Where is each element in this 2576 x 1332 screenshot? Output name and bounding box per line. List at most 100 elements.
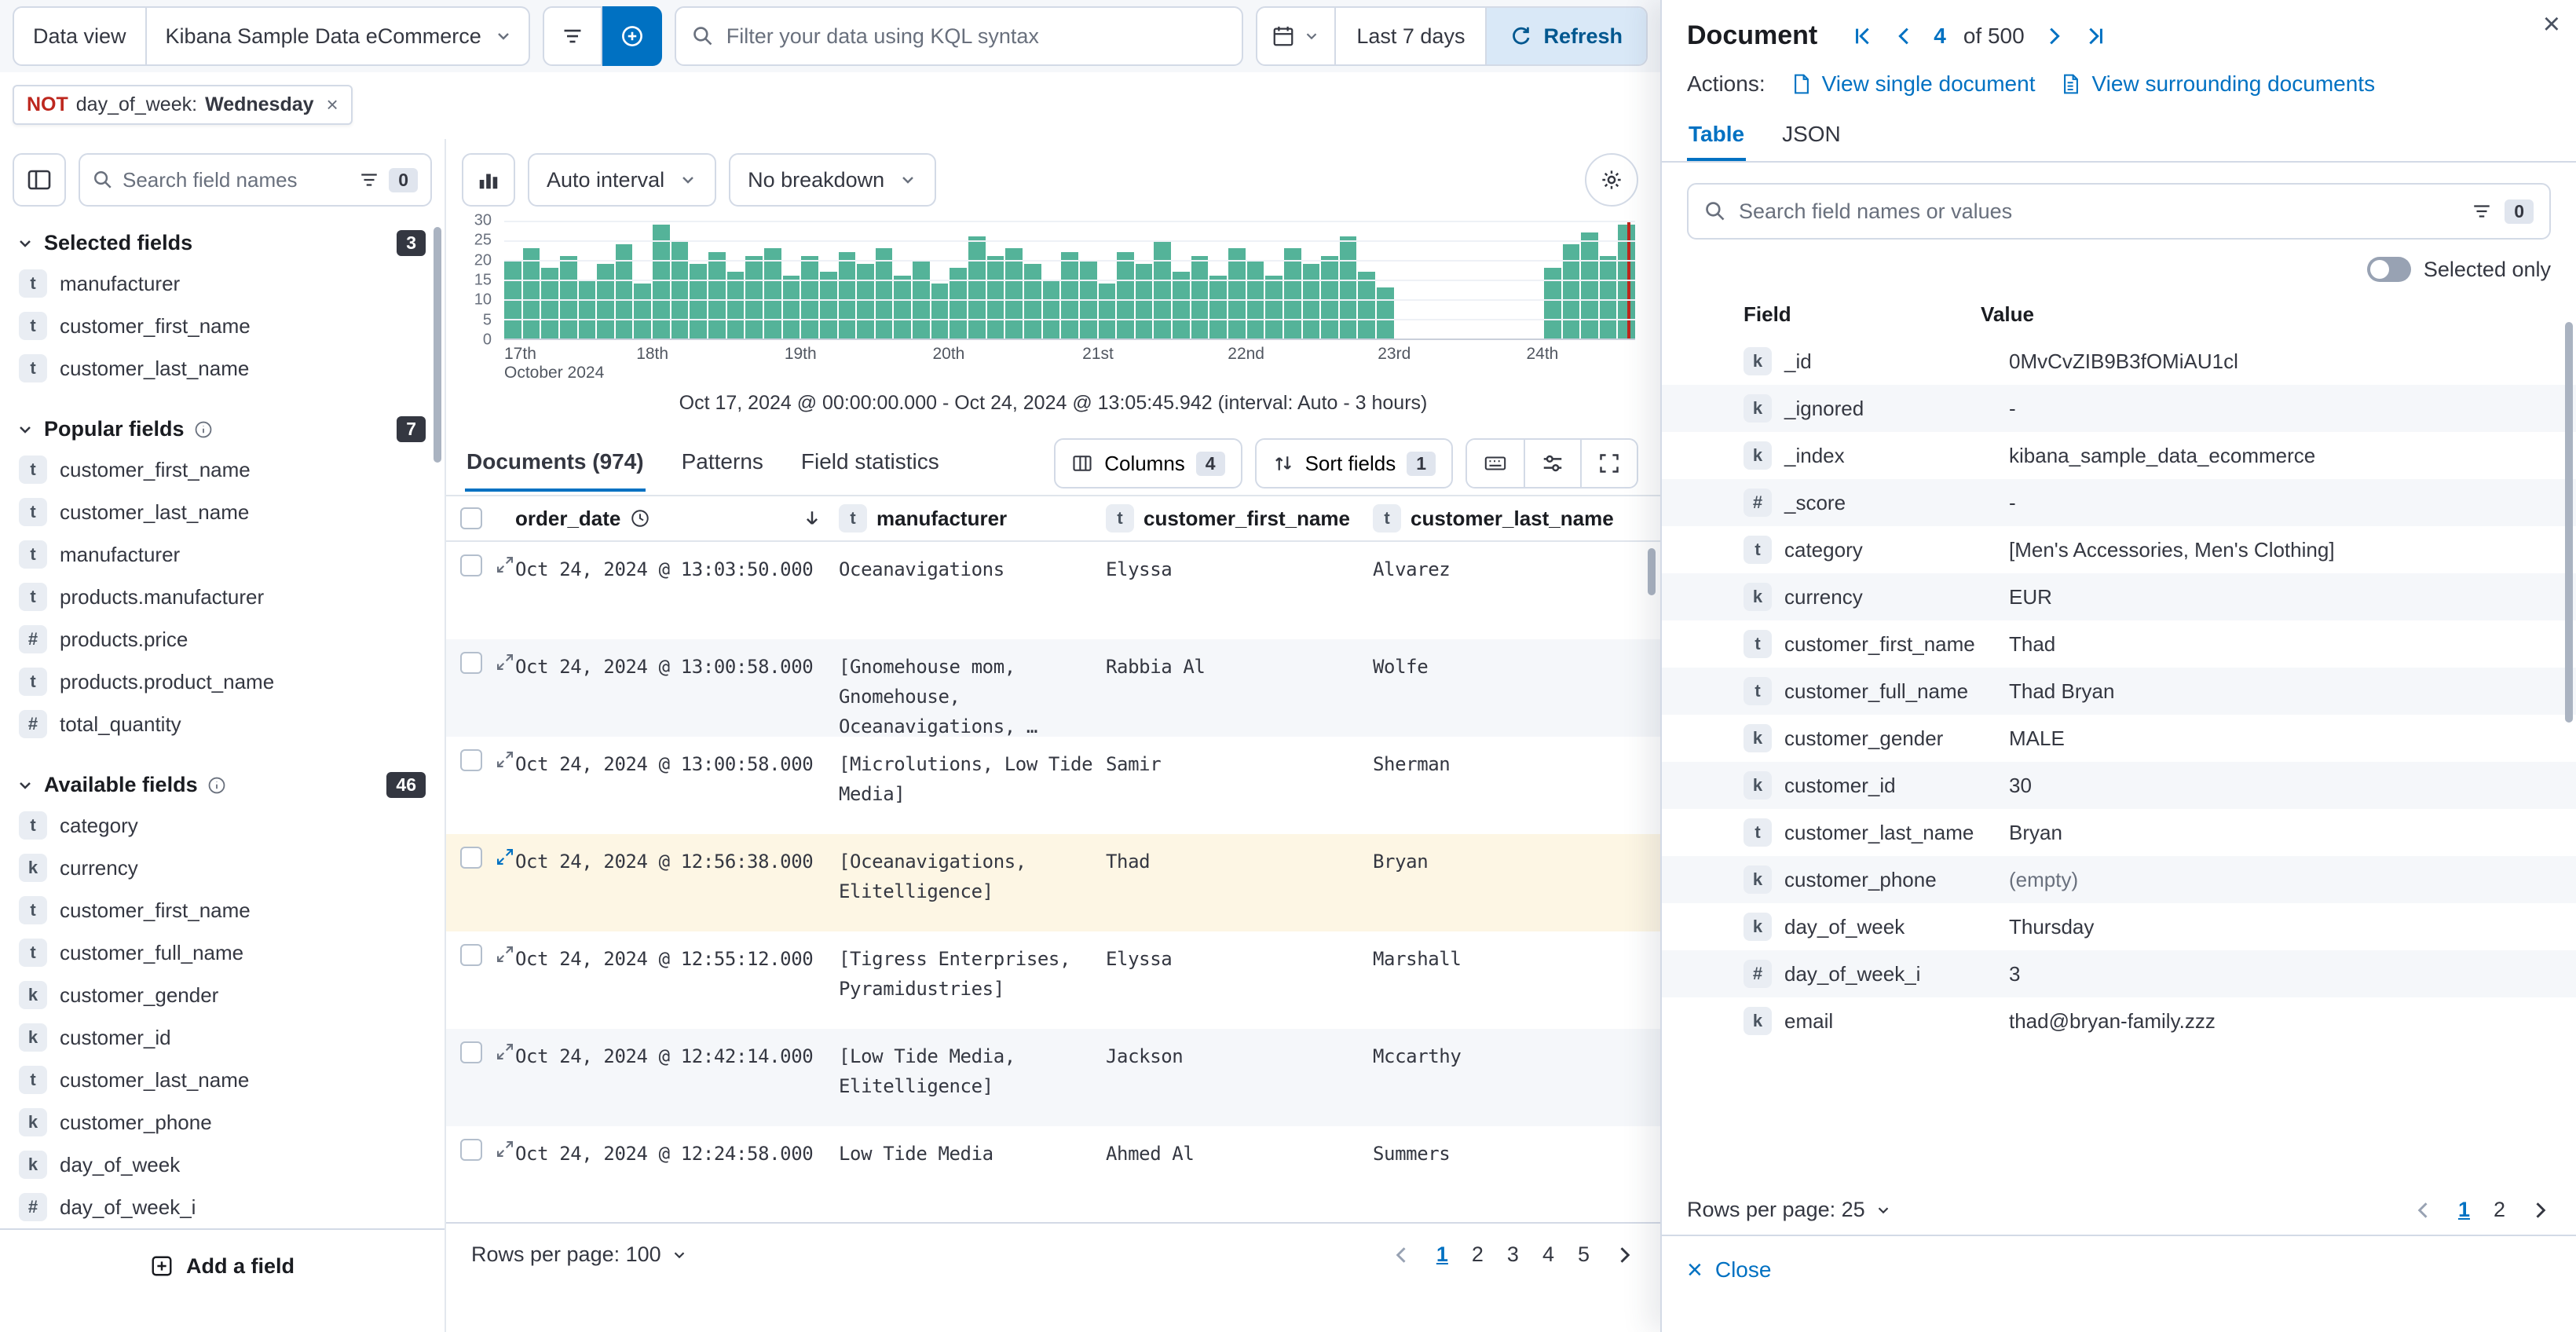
flyout-field-row[interactable]: k customer_phone (empty) [1662, 856, 2576, 903]
breakdown-select[interactable]: No breakdown [729, 153, 936, 207]
display-options-button[interactable] [1524, 440, 1580, 487]
field-list-item[interactable]: t customer_full_name [13, 931, 429, 974]
row-checkbox[interactable] [460, 554, 482, 576]
page-number-2[interactable]: 2 [2494, 1198, 2505, 1222]
table-row[interactable]: Oct 24, 2024 @ 12:55:12.000 [Tigress Ent… [446, 931, 1660, 1029]
rows-per-page-button[interactable]: Rows per page: 100 [471, 1242, 688, 1267]
row-checkbox[interactable] [460, 749, 482, 771]
selected-only-toggle[interactable] [2367, 257, 2411, 282]
field-search-box[interactable]: 0 [79, 153, 432, 207]
flyout-field-row[interactable]: t category [Men's Accessories, Men's Clo… [1662, 526, 2576, 573]
time-range-button[interactable]: Last 7 days [1336, 8, 1485, 64]
flyout-rows-per-page-button[interactable]: Rows per page: 25 [1687, 1198, 1892, 1222]
section-header[interactable]: Popular fields 7 [13, 410, 429, 448]
expand-row-icon[interactable] [495, 652, 515, 672]
field-search-input[interactable] [123, 168, 349, 192]
flyout-field-row[interactable]: k _index kibana_sample_data_ecommerce [1662, 432, 2576, 479]
saved-query-menu-button[interactable] [543, 6, 602, 66]
flyout-scrollbar[interactable] [2565, 322, 2573, 723]
field-list-item[interactable]: t manufacturer [13, 262, 429, 305]
flyout-search-box[interactable]: 0 [1687, 183, 2551, 240]
filter-pill[interactable]: NOT day_of_week: Wednesday × [13, 85, 353, 125]
field-list-item[interactable]: k day_of_week [13, 1144, 429, 1186]
field-list-item[interactable]: k customer_phone [13, 1101, 429, 1144]
chart-toggle-button[interactable] [462, 153, 515, 207]
tab-patterns[interactable]: Patterns [680, 435, 765, 492]
page-number-3[interactable]: 3 [1507, 1242, 1519, 1267]
field-filter-icon[interactable] [359, 170, 379, 190]
field-list-item[interactable]: k currency [13, 847, 429, 889]
expand-row-icon[interactable] [495, 1041, 515, 1062]
flyout-field-row[interactable]: k currency EUR [1662, 573, 2576, 620]
flyout-search-input[interactable] [1739, 199, 2459, 224]
prev-doc-button[interactable] [1893, 24, 1916, 48]
collapse-sidebar-button[interactable] [13, 153, 66, 207]
flyout-field-row[interactable]: k _id 0MvCvZIB9B3fOMiAU1cl [1662, 338, 2576, 385]
tab-json[interactable]: JSON [1780, 112, 1842, 161]
page-number-5[interactable]: 5 [1578, 1242, 1590, 1267]
field-list-item[interactable]: # day_of_week_i [13, 1186, 429, 1228]
field-list-item[interactable]: # total_quantity [13, 703, 429, 745]
tab-documents[interactable]: Documents (974) [465, 435, 646, 492]
columns-button[interactable]: Columns 4 [1054, 438, 1242, 489]
table-row[interactable]: Oct 24, 2024 @ 13:00:58.000 [Gnomehouse … [446, 639, 1660, 737]
flyout-close-icon[interactable]: × [2543, 9, 2560, 39]
next-doc-button[interactable] [2042, 24, 2066, 48]
prev-page-button[interactable] [1391, 1244, 1413, 1266]
flyout-field-row[interactable]: # day_of_week_i 3 [1662, 950, 2576, 997]
section-header[interactable]: Selected fields 3 [13, 224, 429, 262]
row-checkbox[interactable] [460, 1139, 482, 1161]
row-checkbox[interactable] [460, 847, 482, 869]
sort-fields-button[interactable]: Sort fields 1 [1255, 438, 1453, 489]
kql-search-input[interactable] [726, 24, 1227, 49]
close-flyout-button[interactable]: × Close [1687, 1257, 1771, 1283]
sort-desc-icon[interactable] [801, 507, 823, 529]
page-number-4[interactable]: 4 [1542, 1242, 1554, 1267]
table-row[interactable]: Oct 24, 2024 @ 13:03:50.000 Oceanavigati… [446, 542, 1660, 639]
grid-scrollbar[interactable] [1648, 548, 1656, 595]
field-list-item[interactable]: t manufacturer [13, 533, 429, 576]
field-list-item[interactable]: t customer_last_name [13, 1059, 429, 1101]
column-header-customer-first-name[interactable]: t customer_first_name [1106, 504, 1373, 532]
refresh-button[interactable]: Refresh [1485, 8, 1646, 64]
sidebar-scrollbar[interactable] [434, 227, 441, 463]
field-list-item[interactable]: k customer_id [13, 1016, 429, 1059]
flyout-field-row[interactable]: k _ignored - [1662, 385, 2576, 432]
tab-table[interactable]: Table [1687, 112, 1746, 161]
flyout-next-page-button[interactable] [2529, 1199, 2551, 1221]
expand-row-icon[interactable] [495, 944, 515, 964]
chart-options-button[interactable] [1585, 153, 1638, 207]
flyout-field-row[interactable]: k day_of_week Thursday [1662, 903, 2576, 950]
row-checkbox[interactable] [460, 944, 482, 966]
page-number-1[interactable]: 1 [1436, 1242, 1448, 1267]
last-doc-button[interactable] [2083, 24, 2106, 48]
field-filter-icon[interactable] [2472, 201, 2492, 221]
select-all-checkbox[interactable] [460, 507, 482, 529]
field-list-item[interactable]: t customer_first_name [13, 305, 429, 347]
field-list-item[interactable]: t products.manufacturer [13, 576, 429, 618]
column-header-customer-last-name[interactable]: t customer_last_name [1373, 504, 1660, 532]
field-list-item[interactable]: t customer_first_name [13, 448, 429, 491]
field-list-item[interactable]: t customer_last_name [13, 347, 429, 390]
view-single-document-link[interactable]: View single document [1791, 71, 2036, 97]
view-surrounding-documents-link[interactable]: View surrounding documents [2060, 71, 2375, 97]
flyout-field-row[interactable]: k customer_gender MALE [1662, 715, 2576, 762]
add-filter-button[interactable] [602, 6, 662, 66]
section-header[interactable]: Available fields 46 [13, 766, 429, 804]
data-view-picker[interactable]: Kibana Sample Data eCommerce [147, 6, 530, 66]
table-row[interactable]: Oct 24, 2024 @ 12:24:58.000 Low Tide Med… [446, 1126, 1660, 1222]
histogram-plot[interactable] [504, 221, 1635, 340]
expand-row-icon[interactable] [495, 847, 515, 867]
field-list-item[interactable]: t customer_first_name [13, 889, 429, 931]
page-number-1[interactable]: 1 [2458, 1198, 2470, 1222]
first-doc-button[interactable] [1852, 24, 1875, 48]
interval-select[interactable]: Auto interval [528, 153, 716, 207]
keyboard-shortcuts-button[interactable] [1467, 440, 1524, 487]
expand-row-icon[interactable] [495, 554, 515, 575]
field-list-item[interactable]: t products.product_name [13, 661, 429, 703]
expand-row-icon[interactable] [495, 749, 515, 770]
table-row[interactable]: Oct 24, 2024 @ 13:00:58.000 [Microlution… [446, 737, 1660, 834]
field-list-item[interactable]: t customer_last_name [13, 491, 429, 533]
add-field-button[interactable]: Add a field [13, 1241, 432, 1291]
column-header-manufacturer[interactable]: t manufacturer [839, 504, 1106, 532]
